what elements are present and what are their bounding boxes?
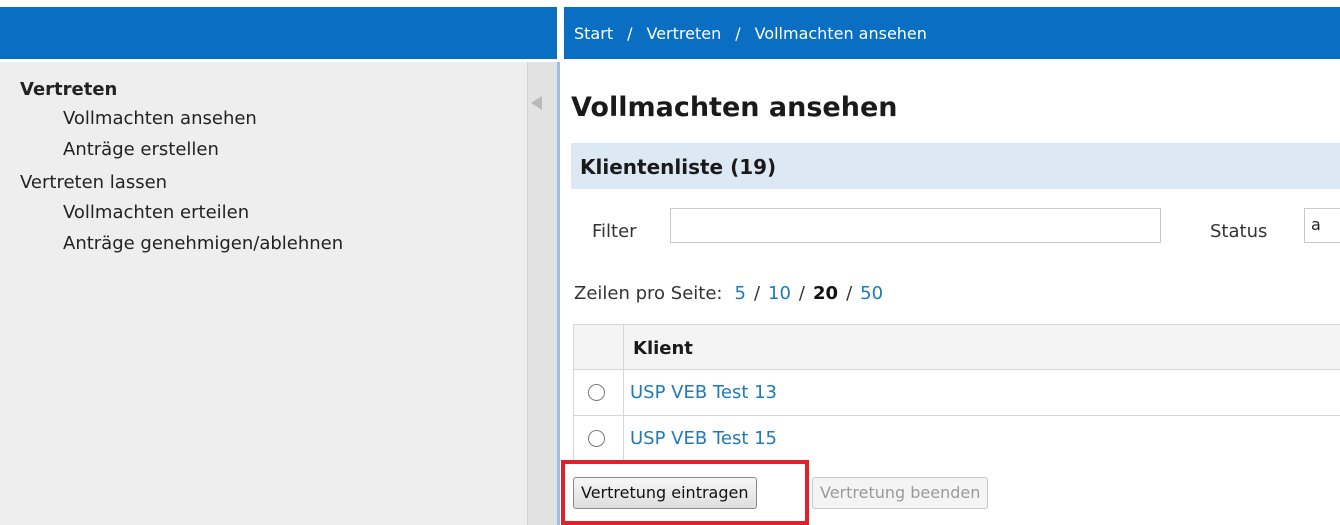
topbar-left	[0, 7, 557, 59]
section-title: Klientenliste (19)	[580, 155, 777, 179]
breadcrumb: Start / Vertreten / Vollmachten ansehen	[574, 24, 927, 44]
column-header-klient[interactable]: Klient	[633, 338, 693, 359]
filter-input[interactable]	[670, 208, 1161, 243]
client-table: Klient USP VEB Test 13 USP VEB Test 15	[573, 324, 1340, 462]
sidebar-item-vollmachten-erteilen[interactable]: Vollmachten erteilen	[63, 202, 249, 223]
content-border	[557, 62, 560, 525]
vertretung-beenden-button: Vertretung beenden	[812, 477, 989, 509]
table-header: Klient	[574, 325, 1340, 370]
row-radio[interactable]	[588, 430, 605, 447]
highlight-annotation	[561, 460, 809, 525]
klient-link[interactable]: USP VEB Test 15	[630, 428, 777, 449]
sidebar-splitter[interactable]	[527, 62, 557, 525]
breadcrumb-start[interactable]: Start	[574, 24, 613, 44]
select-column-header	[574, 325, 624, 370]
sidebar-item-vollmachten-ansehen[interactable]: Vollmachten ansehen	[63, 108, 257, 129]
klient-link[interactable]: USP VEB Test 13	[630, 382, 777, 403]
page-title: Vollmachten ansehen	[571, 92, 898, 123]
sidebar: Vertreten Vollmachten ansehen Anträge er…	[0, 62, 557, 525]
rows-separator: /	[846, 283, 853, 304]
select-cell	[574, 370, 624, 416]
breadcrumb-separator: /	[627, 24, 633, 43]
rows-separator: /	[753, 283, 761, 304]
rows-per-page-label: Zeilen pro Seite:	[574, 283, 723, 304]
rows-option-50[interactable]: 50	[860, 283, 883, 304]
table-row: USP VEB Test 13	[574, 370, 1340, 416]
filter-label: Filter	[592, 221, 637, 242]
table-row: USP VEB Test 15	[574, 416, 1340, 462]
breadcrumb-current: Vollmachten ansehen	[754, 24, 927, 43]
rows-option-5[interactable]: 5	[734, 283, 745, 304]
sidebar-item-antraege-erstellen[interactable]: Anträge erstellen	[63, 139, 219, 160]
rows-option-10[interactable]: 10	[768, 283, 791, 304]
status-label: Status	[1210, 221, 1268, 242]
rows-option-20: 20	[813, 283, 839, 304]
status-select[interactable]: a	[1304, 208, 1340, 243]
sidebar-item-vertreten-lassen[interactable]: Vertreten lassen	[20, 172, 167, 193]
collapse-left-icon[interactable]	[531, 96, 542, 110]
select-cell	[574, 416, 624, 462]
breadcrumb-vertreten[interactable]: Vertreten	[646, 24, 721, 44]
row-radio[interactable]	[588, 384, 605, 401]
sidebar-item-vertreten[interactable]: Vertreten	[20, 79, 117, 100]
rows-separator: /	[798, 283, 805, 304]
sidebar-item-antraege-genehmigen[interactable]: Anträge genehmigen/ablehnen	[63, 233, 343, 254]
breadcrumb-separator: /	[735, 24, 741, 43]
rows-per-page: Zeilen pro Seite: 5 / 10 / 20 / 50	[574, 283, 883, 304]
